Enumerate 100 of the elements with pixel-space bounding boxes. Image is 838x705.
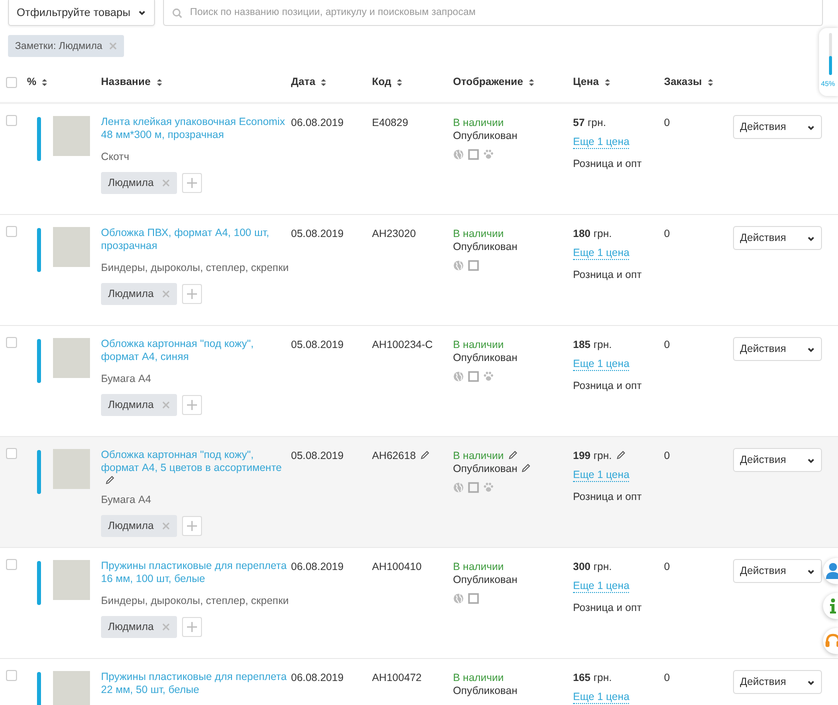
product-category: Биндеры, дыроколы, степлер, скрепки xyxy=(101,595,290,607)
completeness-bar xyxy=(37,228,41,272)
availability-status: В наличии xyxy=(453,450,573,463)
plus-icon xyxy=(186,520,198,532)
note-tag-label: Людмила xyxy=(108,399,154,411)
row-checkbox[interactable] xyxy=(6,115,17,126)
actions-dropdown[interactable]: Действия xyxy=(733,337,822,361)
add-tag-button[interactable] xyxy=(182,617,202,637)
side-button[interactable] xyxy=(823,558,838,584)
globe-icon xyxy=(453,371,464,382)
side-button[interactable] xyxy=(823,593,838,619)
availability-status: В наличии xyxy=(453,672,505,685)
publication-status: Опубликован xyxy=(453,241,518,254)
row-checkbox[interactable] xyxy=(6,670,17,681)
close-icon[interactable] xyxy=(109,42,118,50)
search-field[interactable]: Поиск по названию позиции, артикулу и поисковым запросам xyxy=(163,0,823,26)
column-header[interactable]: Отображение xyxy=(453,76,573,88)
square-icon xyxy=(468,149,479,160)
chevron-icon xyxy=(807,346,815,352)
availability-status: В наличии xyxy=(453,339,505,352)
price-type: Розница и опт xyxy=(573,491,643,503)
note-tag-label: Людмила xyxy=(108,288,154,300)
close-icon[interactable] xyxy=(162,290,170,298)
product-category: Бумага А4 xyxy=(101,494,152,506)
product-photo-placeholder xyxy=(53,560,90,600)
pencil-icon[interactable] xyxy=(420,450,430,460)
add-tag-button[interactable] xyxy=(182,284,202,304)
pencil-icon[interactable] xyxy=(521,463,532,473)
product-photo-placeholder xyxy=(53,449,90,489)
product-category: Биндеры, дыроколы, степлер, скрепки xyxy=(101,262,290,274)
price-text: 180 грн. xyxy=(573,228,613,240)
actions-dropdown[interactable]: Действия xyxy=(733,115,822,139)
chevron-icon xyxy=(807,124,815,130)
date-cell-text: 06.08.2019 xyxy=(291,671,345,684)
plus-icon xyxy=(186,621,198,633)
note-tag-label: Людмила xyxy=(108,621,154,633)
actions-dropdown[interactable]: Действия xyxy=(733,559,822,583)
column-header[interactable]: % xyxy=(27,76,101,88)
price-type: Розница и опт xyxy=(573,380,643,392)
paw-icon xyxy=(483,482,494,493)
note-tag-label: Людмила xyxy=(108,177,154,189)
plus-icon xyxy=(186,177,198,189)
publication-status: Опубликован xyxy=(453,130,518,143)
orders-cell-text: 0 xyxy=(664,227,671,240)
date-cell-text: 05.08.2019 xyxy=(291,338,345,351)
globe-icon xyxy=(453,593,464,604)
column-header[interactable]: Код xyxy=(372,76,453,88)
select-all-checkbox[interactable] xyxy=(6,76,17,88)
availability-status: В наличии xyxy=(453,117,505,130)
actions-dropdown[interactable]: Действия xyxy=(733,226,822,250)
filter-chip-label: Заметки: Людмила xyxy=(15,40,102,52)
paw-icon xyxy=(483,149,494,160)
close-icon[interactable] xyxy=(162,401,170,409)
product-photo-placeholder xyxy=(53,338,90,378)
price-text: 57 грн. xyxy=(573,117,607,129)
product-category: Скотч xyxy=(101,151,130,163)
column-header[interactable]: Заказы xyxy=(664,76,733,88)
code-cell-text: AH100234-C xyxy=(372,338,434,351)
actions-dropdown[interactable]: Действия xyxy=(733,670,822,694)
price-text: 199 грн. xyxy=(573,450,664,462)
product-category: Бумага А4 xyxy=(101,373,152,385)
price-type: Розница и опт xyxy=(573,602,643,614)
add-tag-button[interactable] xyxy=(182,516,202,536)
close-icon[interactable] xyxy=(162,623,170,631)
filter-dropdown[interactable]: Отфильтруйте товары xyxy=(8,0,155,26)
availability-status: В наличии xyxy=(453,228,505,241)
chevron-icon xyxy=(138,9,146,16)
completeness-bar xyxy=(37,339,41,383)
sort-icon xyxy=(320,78,328,86)
close-icon[interactable] xyxy=(162,522,170,530)
add-tag-button[interactable] xyxy=(182,173,202,193)
code-cell-text: E40829 xyxy=(372,116,410,129)
plus-icon xyxy=(186,399,198,411)
add-tag-button[interactable] xyxy=(182,395,202,415)
chevron-icon xyxy=(807,456,815,464)
completeness-bar xyxy=(37,672,41,705)
square-icon xyxy=(468,371,479,382)
chevron-icon xyxy=(807,678,815,686)
row-checkbox[interactable] xyxy=(6,559,17,570)
code-cell-text: AH100472 xyxy=(372,671,423,684)
column-header[interactable]: Цена xyxy=(573,76,664,88)
product-photo-placeholder xyxy=(53,116,90,156)
product-photo-placeholder xyxy=(53,227,90,267)
row-checkbox[interactable] xyxy=(6,448,17,459)
column-header[interactable]: Дата xyxy=(291,76,372,88)
user-icon xyxy=(824,562,838,580)
pencil-icon[interactable] xyxy=(508,450,518,460)
orders-cell-text: 0 xyxy=(664,116,671,129)
row-checkbox[interactable] xyxy=(6,337,17,348)
sort-icon xyxy=(706,78,714,86)
row-checkbox[interactable] xyxy=(6,226,17,237)
completeness-bar xyxy=(37,117,41,161)
side-button[interactable] xyxy=(823,628,838,654)
close-icon[interactable] xyxy=(162,179,170,187)
price-text: 185 грн. xyxy=(573,339,613,351)
pencil-icon[interactable] xyxy=(105,475,115,485)
publication-status: Опубликован xyxy=(453,463,573,476)
actions-dropdown[interactable]: Действия xyxy=(733,448,822,472)
column-header[interactable]: Название xyxy=(101,76,291,88)
pencil-icon[interactable] xyxy=(616,450,626,460)
